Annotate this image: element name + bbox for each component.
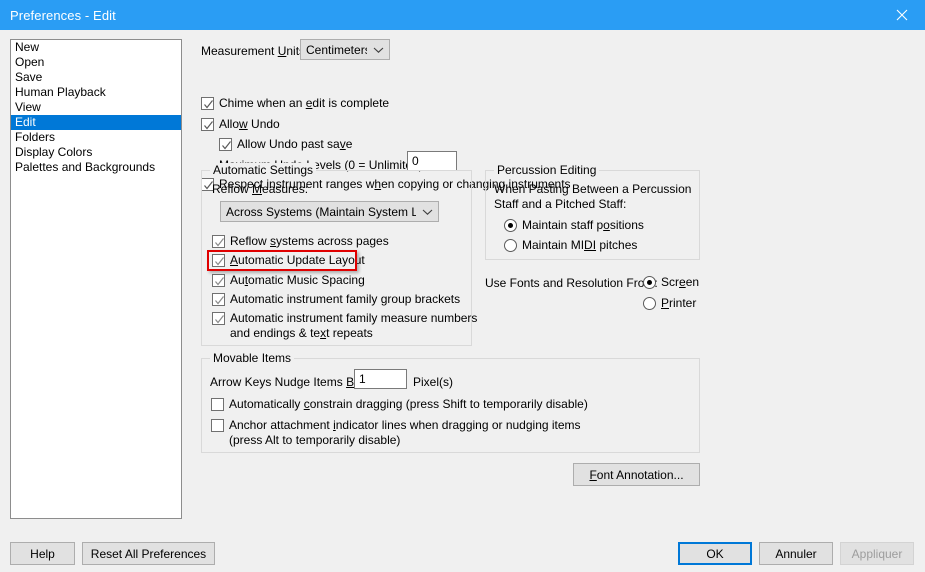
allow-undo-checkbox-row[interactable]: Allow Undo [201, 117, 280, 132]
allow-undo-past-save-checkbox[interactable] [219, 138, 232, 151]
category-item-save[interactable]: Save [11, 70, 181, 85]
allow-undo-past-save-checkbox-row[interactable]: Allow Undo past save [219, 137, 352, 152]
font-annotation-label: Font Annotation... [589, 467, 684, 482]
checkmark-icon [215, 296, 224, 305]
cancel-button[interactable]: Annuler [759, 542, 833, 565]
reset-all-preferences-label: Reset All Preferences [90, 546, 207, 561]
chime-checkbox-row[interactable]: Chime when an edit is complete [201, 96, 389, 111]
reflow-systems-label: Reflow systems across pages [230, 234, 389, 248]
checkmark-icon [215, 315, 224, 324]
automatic-group-brackets-label: Automatic instrument family group bracke… [230, 292, 461, 306]
constrain-dragging-checkbox[interactable] [211, 398, 224, 411]
category-item-open[interactable]: Open [11, 55, 181, 70]
nudge-items-value: 1 [359, 372, 366, 386]
chime-checkbox[interactable] [201, 97, 214, 110]
window-titlebar: Preferences - Edit [0, 0, 925, 30]
chevron-down-icon [416, 208, 438, 216]
automatic-measure-numbers-label: Automatic instrument family measure numb… [230, 311, 478, 340]
automatic-settings-title: Automatic Settings [210, 163, 317, 177]
reflow-measures-combobox[interactable]: Across Systems (Maintain System Locks) [220, 201, 439, 222]
font-annotation-button[interactable]: Font Annotation... [573, 463, 700, 486]
automatic-group-brackets-checkbox[interactable] [212, 293, 225, 306]
printer-label: Printer [661, 296, 697, 310]
close-icon [896, 9, 908, 21]
constrain-dragging-checkbox-row[interactable]: Automatically constrain dragging (press … [211, 397, 588, 412]
maintain-midi-pitches-label: Maintain MIDI pitches [522, 238, 638, 252]
screen-radio[interactable] [643, 276, 656, 289]
reflow-measures-label: Reflow Measures: [212, 182, 309, 196]
help-button[interactable]: Help [10, 542, 75, 565]
category-item-view[interactable]: View [11, 100, 181, 115]
pixels-label: Pixel(s) [413, 375, 454, 389]
screen-radio-row[interactable]: Screen [643, 275, 699, 290]
maintain-staff-positions-radio[interactable] [504, 219, 517, 232]
allow-undo-label: Allow Undo [219, 117, 280, 131]
measurement-units-label: Measurement Units: [201, 44, 309, 58]
automatic-music-spacing-checkbox[interactable] [212, 274, 225, 287]
maintain-staff-positions-radio-row[interactable]: Maintain staff positions [504, 218, 644, 233]
automatic-update-layout-checkbox-row[interactable]: Automatic Update Layout [212, 253, 365, 268]
category-item-new[interactable]: New [11, 40, 181, 55]
category-listbox[interactable]: New Open Save Human Playback View Edit F… [10, 39, 182, 519]
anchor-attachment-label: Anchor attachment indicator lines when d… [229, 418, 581, 447]
apply-label: Appliquer [851, 546, 903, 561]
category-item-human-playback[interactable]: Human Playback [11, 85, 181, 100]
percussion-prompt-line1: When Pasting Between a Percussion [494, 182, 692, 196]
checkmark-icon [215, 277, 224, 286]
fonts-resolution-label: Use Fonts and Resolution From: [485, 276, 658, 290]
category-item-folders[interactable]: Folders [11, 130, 181, 145]
ok-label: OK [706, 546, 724, 561]
automatic-measure-numbers-checkbox[interactable] [212, 312, 225, 325]
allow-undo-past-save-label: Allow Undo past save [237, 137, 353, 151]
automatic-music-spacing-checkbox-row[interactable]: Automatic Music Spacing [212, 273, 365, 288]
reflow-systems-checkbox[interactable] [212, 235, 225, 248]
max-undo-levels-value: 0 [412, 154, 419, 168]
cancel-label: Annuler [775, 546, 817, 561]
automatic-music-spacing-label: Automatic Music Spacing [230, 273, 365, 287]
maintain-midi-pitches-radio-row[interactable]: Maintain MIDI pitches [504, 238, 637, 253]
automatic-group-brackets-checkbox-row[interactable]: Automatic instrument family group bracke… [212, 292, 460, 307]
automatic-measure-numbers-checkbox-row[interactable]: Automatic instrument family measure numb… [212, 311, 477, 341]
maintain-midi-pitches-radio[interactable] [504, 239, 517, 252]
anchor-attachment-checkbox[interactable] [211, 419, 224, 432]
percussion-prompt: When Pasting Between a Percussion Staff … [494, 182, 691, 212]
help-label: Help [30, 546, 55, 561]
constrain-dragging-label: Automatically constrain dragging (press … [229, 397, 588, 411]
reflow-measures-value: Across Systems (Maintain System Locks) [226, 204, 416, 219]
window-title: Preferences - Edit [10, 7, 116, 23]
category-item-display-colors[interactable]: Display Colors [11, 145, 181, 160]
checkmark-icon [222, 141, 231, 150]
allow-undo-checkbox[interactable] [201, 118, 214, 131]
anchor-attachment-checkbox-row[interactable]: Anchor attachment indicator lines when d… [211, 418, 581, 448]
screen-label: Screen [661, 275, 700, 289]
max-undo-levels-input[interactable]: 0 [407, 151, 457, 171]
automatic-update-layout-checkbox[interactable] [212, 254, 225, 267]
dialog-body: New Open Save Human Playback View Edit F… [0, 30, 925, 572]
category-item-edit[interactable]: Edit [11, 115, 181, 130]
automatic-update-layout-label: Automatic Update Layout [230, 253, 365, 267]
chime-label: Chime when an edit is complete [219, 96, 390, 110]
percussion-prompt-line2: Staff and a Pitched Staff: [494, 197, 627, 211]
chevron-down-icon [367, 46, 389, 54]
nudge-items-label: Arrow Keys Nudge Items By: [210, 375, 363, 389]
percussion-editing-title: Percussion Editing [494, 163, 600, 177]
measurement-units-value: Centimeters [306, 42, 367, 57]
reset-all-preferences-button[interactable]: Reset All Preferences [82, 542, 215, 565]
maintain-staff-positions-label: Maintain staff positions [522, 218, 644, 232]
printer-radio-row[interactable]: Printer [643, 296, 696, 311]
movable-items-title: Movable Items [210, 351, 295, 365]
category-item-palettes-backgrounds[interactable]: Palettes and Backgrounds [11, 160, 181, 175]
checkmark-icon [215, 238, 224, 247]
close-button[interactable] [879, 0, 925, 30]
apply-button: Appliquer [840, 542, 914, 565]
checkmark-icon [215, 257, 224, 266]
measurement-units-combobox[interactable]: Centimeters [300, 39, 390, 60]
nudge-items-input[interactable]: 1 [354, 369, 407, 389]
reflow-systems-checkbox-row[interactable]: Reflow systems across pages [212, 234, 389, 249]
printer-radio[interactable] [643, 297, 656, 310]
checkmark-icon [204, 100, 213, 109]
ok-button[interactable]: OK [678, 542, 752, 565]
checkmark-icon [204, 121, 213, 130]
